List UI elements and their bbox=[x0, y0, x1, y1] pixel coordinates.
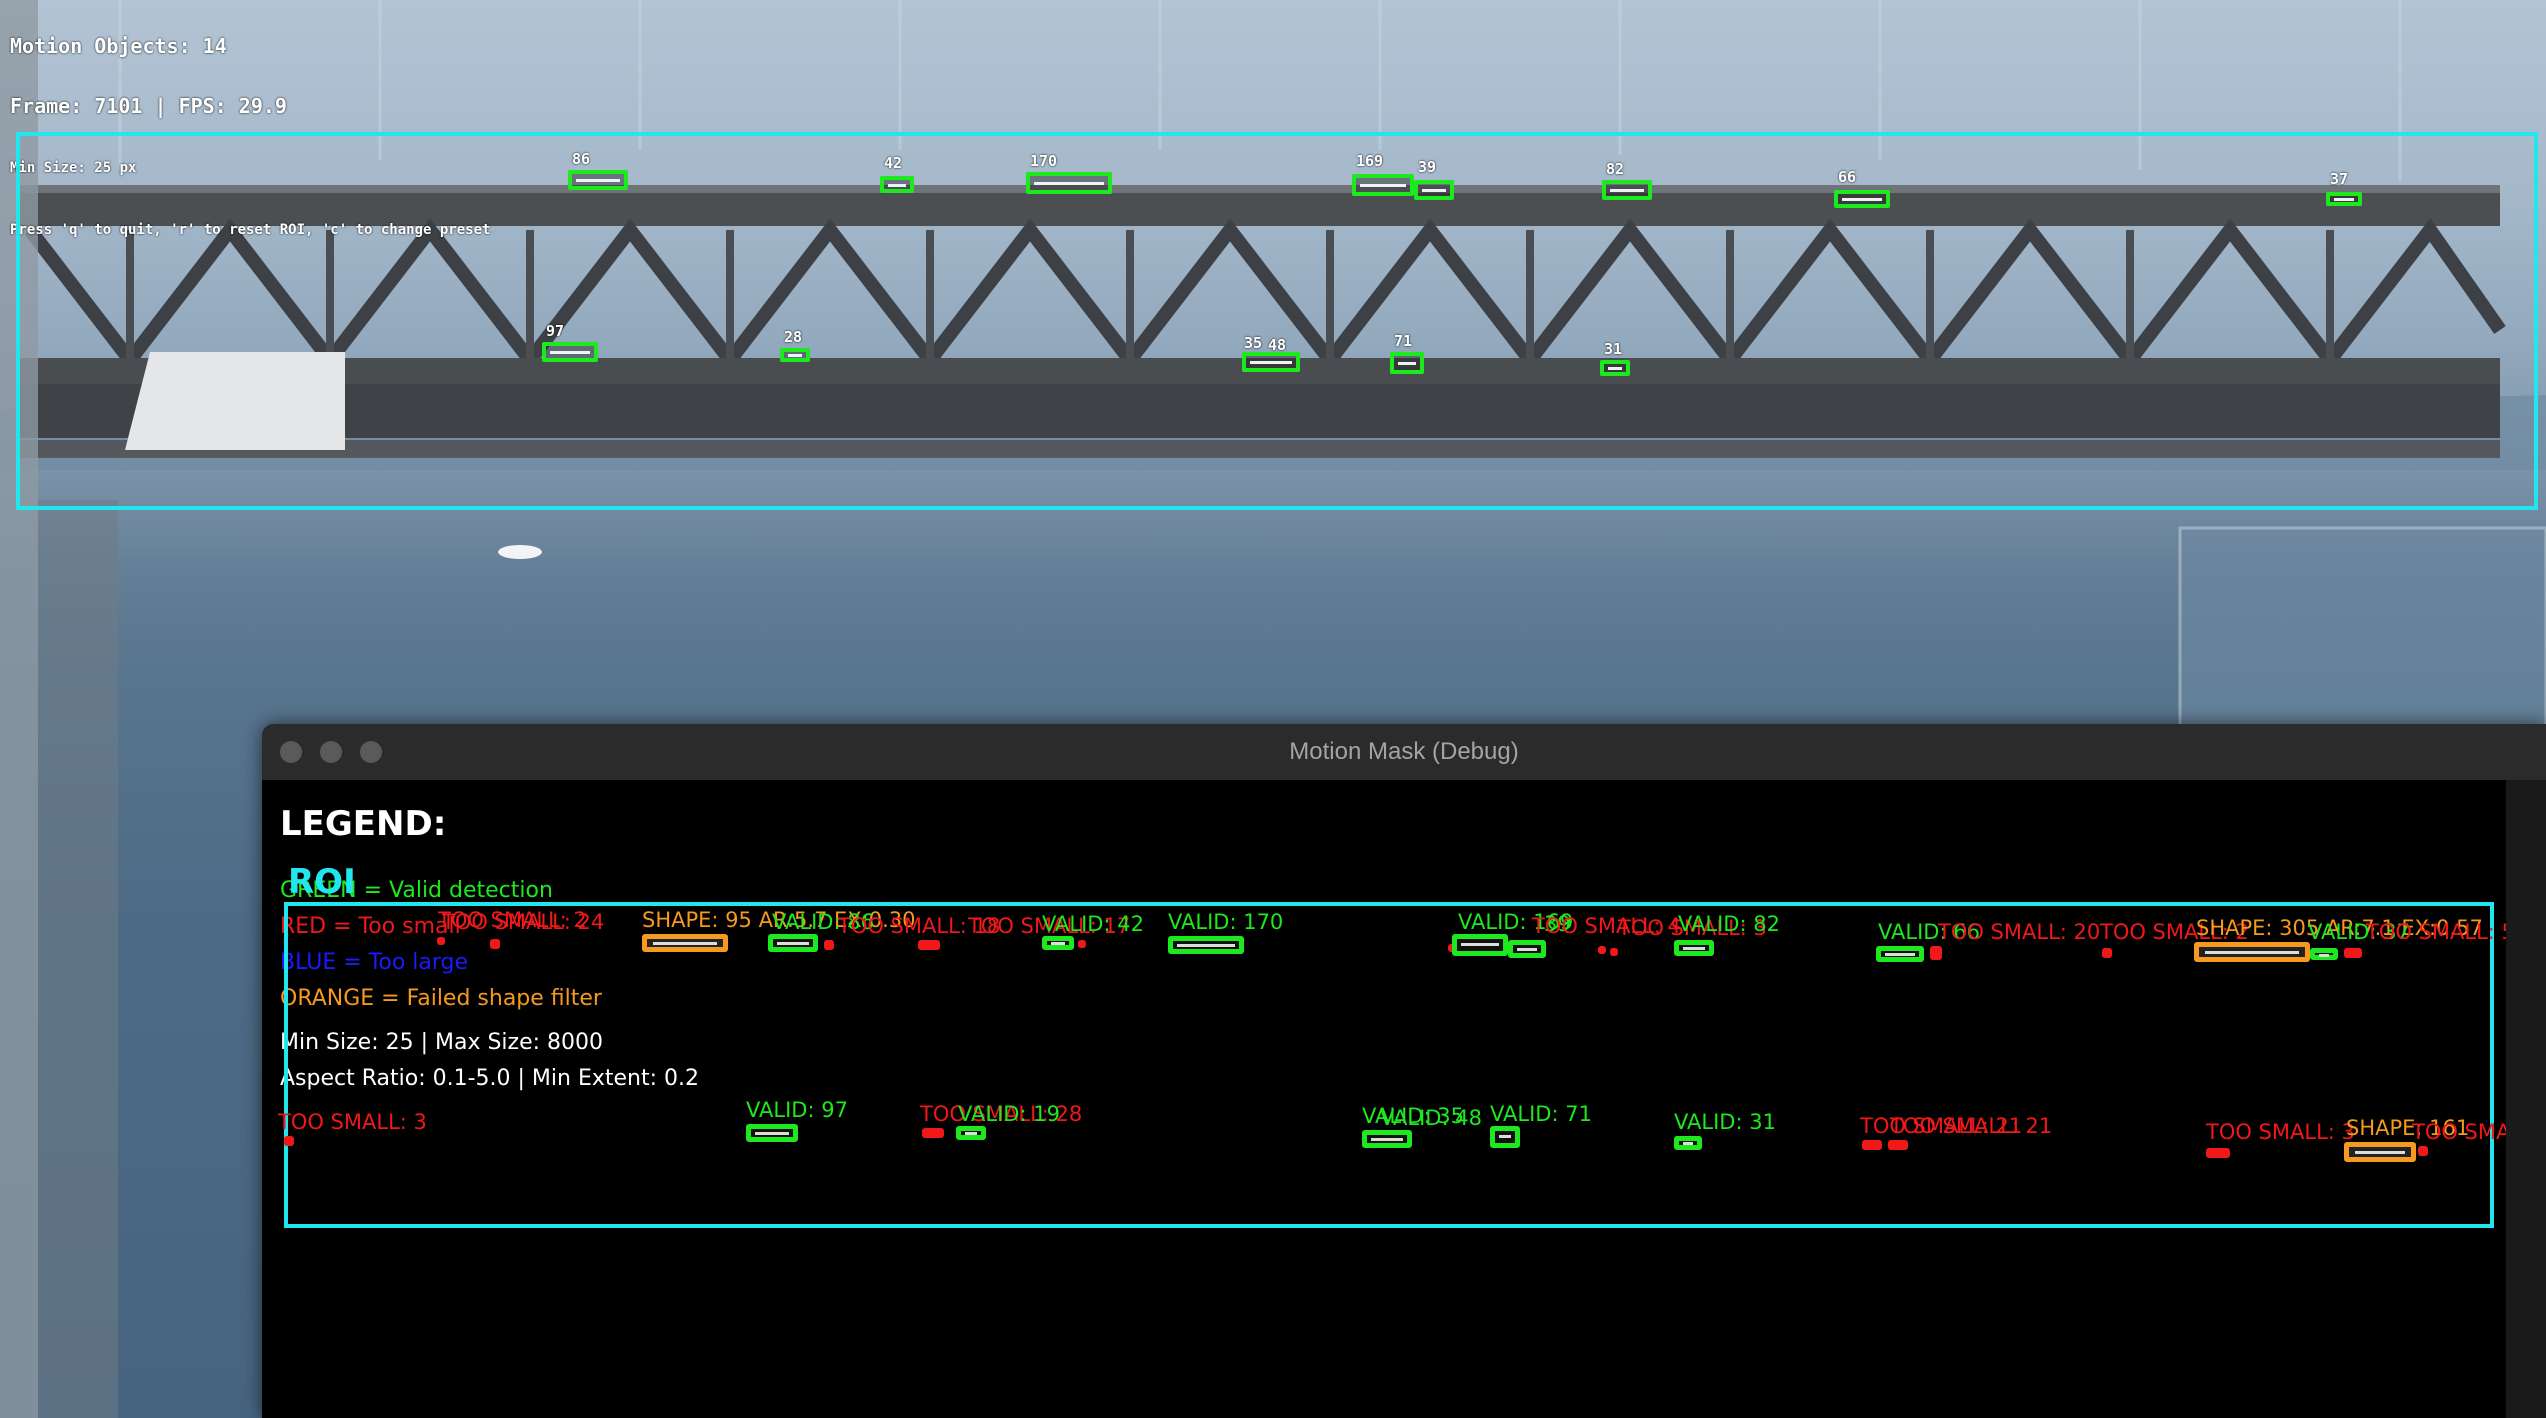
detection-box bbox=[1452, 934, 1508, 956]
window-title: Motion Mask (Debug) bbox=[1289, 738, 1519, 765]
detection-label: VALID: 71 bbox=[1490, 1102, 1592, 1126]
motion-objects-count: Motion Objects: 14 bbox=[10, 34, 227, 58]
detection-box bbox=[1352, 174, 1414, 196]
detection-box bbox=[2206, 1148, 2230, 1158]
detection-label: VALID: 31 bbox=[1674, 1110, 1776, 1134]
detection-box bbox=[490, 939, 500, 949]
detection-label: 35 bbox=[1244, 334, 1263, 352]
detection-label: TOO SMALL: 3 bbox=[278, 1110, 427, 1134]
detection-label: 66 bbox=[1838, 168, 1857, 186]
legend-title: LEGEND: bbox=[280, 804, 447, 844]
frame-fps-readout: Frame: 7101 | FPS: 29.9 bbox=[10, 94, 287, 118]
detection-label: 170 bbox=[1030, 152, 1058, 170]
detection-box bbox=[1362, 1130, 1412, 1148]
detection-box bbox=[1168, 936, 1244, 954]
detection-box bbox=[1888, 1140, 1908, 1150]
detection-label: 37 bbox=[2330, 170, 2349, 188]
detection-label: VALID: 97 bbox=[746, 1098, 848, 1122]
detection-label: TOO SMALL: 5 bbox=[2366, 920, 2515, 944]
detection-box bbox=[1834, 190, 1890, 208]
detection-box bbox=[1414, 180, 1454, 200]
roi-rectangle[interactable] bbox=[16, 132, 2538, 510]
title-bar[interactable]: Motion Mask (Debug) bbox=[262, 724, 2546, 781]
detection-box bbox=[568, 170, 628, 190]
detection-box bbox=[1930, 946, 1942, 960]
detection-box bbox=[880, 176, 914, 193]
detection-box bbox=[1390, 352, 1424, 374]
detection-box bbox=[642, 934, 728, 952]
detection-label: TOO SMALL: 21 bbox=[1890, 1114, 2053, 1138]
detection-label: VALID: 48 bbox=[1380, 1106, 1482, 1130]
detection-box bbox=[768, 934, 818, 952]
detection-box bbox=[2344, 1142, 2416, 1162]
motion-mask-canvas: LEGEND: GREEN = Valid detection RED = To… bbox=[262, 780, 2534, 1418]
detection-label: VALID: 170 bbox=[1168, 910, 1284, 934]
detection-box bbox=[956, 1126, 986, 1140]
detection-label: 31 bbox=[1604, 340, 1623, 358]
detection-box bbox=[2326, 192, 2362, 206]
detection-label: TOO SMALL: 24 bbox=[442, 910, 605, 934]
roi-label: ROI bbox=[288, 862, 356, 902]
detection-label: 97 bbox=[546, 322, 565, 340]
detection-box bbox=[824, 940, 834, 950]
debug-roi-rectangle bbox=[284, 902, 2494, 1228]
detection-label: 169 bbox=[1356, 152, 1384, 170]
detection-box bbox=[1602, 180, 1652, 200]
detection-box bbox=[1026, 172, 1112, 194]
detection-label: 86 bbox=[572, 150, 591, 168]
detection-box bbox=[1242, 352, 1300, 372]
detection-box bbox=[1674, 1136, 1702, 1150]
detection-box bbox=[2418, 1146, 2428, 1156]
detection-box bbox=[1876, 946, 1924, 962]
detection-label: 71 bbox=[1394, 332, 1413, 350]
detection-box bbox=[1598, 946, 1606, 954]
detection-box bbox=[1042, 936, 1074, 950]
detection-label: 82 bbox=[1606, 160, 1625, 178]
detection-box bbox=[780, 348, 810, 362]
detection-label: VALID: 42 bbox=[1042, 912, 1144, 936]
detection-label: TOO SMALL: 20 bbox=[1938, 920, 2101, 944]
detection-box bbox=[542, 342, 598, 362]
detection-box bbox=[2102, 948, 2112, 958]
detection-box bbox=[2194, 942, 2310, 962]
detection-label: VALID: 82 bbox=[1678, 912, 1780, 936]
detection-box bbox=[1490, 1126, 1520, 1148]
detection-label: 28 bbox=[784, 328, 803, 346]
detection-label: 39 bbox=[1418, 158, 1437, 176]
detection-box bbox=[437, 937, 445, 945]
detection-box bbox=[1508, 940, 1546, 958]
detection-box bbox=[1610, 948, 1618, 956]
window-edge bbox=[2506, 780, 2546, 1418]
detection-label: VALID: 19 bbox=[958, 1102, 1060, 1126]
detection-label: TOO SMALL: 3 bbox=[2206, 1120, 2355, 1144]
detection-box bbox=[746, 1124, 798, 1142]
detection-box bbox=[1674, 940, 1714, 956]
detection-box bbox=[918, 940, 940, 950]
detection-label: 42 bbox=[884, 154, 903, 172]
detection-box bbox=[1862, 1140, 1882, 1150]
detection-box bbox=[2310, 948, 2338, 960]
motion-mask-debug-window[interactable]: Motion Mask (Debug) LEGEND: GREEN = Vali… bbox=[262, 724, 2546, 1418]
detection-box bbox=[922, 1128, 944, 1138]
detection-box bbox=[2344, 948, 2362, 958]
detection-box bbox=[1078, 940, 1086, 948]
detection-box bbox=[1600, 360, 1630, 376]
detection-box bbox=[284, 1136, 294, 1146]
